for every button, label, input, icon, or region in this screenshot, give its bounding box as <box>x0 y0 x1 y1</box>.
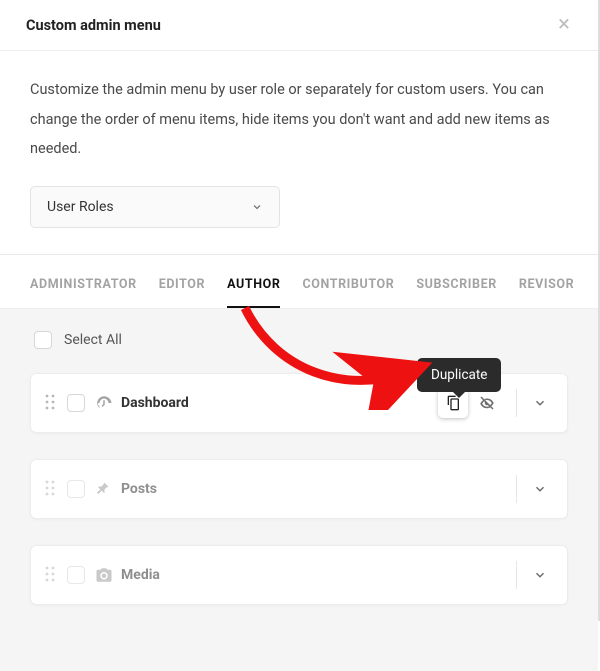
menu-item-posts: Posts <box>30 459 568 519</box>
chevron-down-icon <box>251 201 263 213</box>
modal-header: Custom admin menu × <box>0 0 598 51</box>
separator <box>516 389 517 417</box>
tab-contributor[interactable]: CONTRIBUTOR <box>302 271 394 308</box>
close-button[interactable]: × <box>552 14 576 36</box>
item-checkbox[interactable] <box>67 394 85 412</box>
role-tabs: ADMINISTRATOR EDITOR AUTHOR CONTRIBUTOR … <box>0 255 598 308</box>
separator <box>516 561 517 589</box>
tab-revisor[interactable]: REVISOR <box>519 271 574 308</box>
item-checkbox[interactable] <box>67 566 85 584</box>
drag-handle-icon[interactable] <box>45 394 57 412</box>
drag-handle-icon[interactable] <box>45 480 57 498</box>
drag-handle-icon[interactable] <box>45 566 57 584</box>
select-all-row: Select All <box>34 331 568 349</box>
tab-administrator[interactable]: ADMINISTRATOR <box>30 271 137 308</box>
tab-subscriber[interactable]: SUBSCRIBER <box>416 271 496 308</box>
menu-items-panel: Select All Dashboard <box>0 308 598 671</box>
duplicate-button[interactable] <box>438 388 468 418</box>
select-all-label: Select All <box>64 332 122 348</box>
item-actions <box>438 388 502 418</box>
hide-button[interactable] <box>472 388 502 418</box>
modal-description: Customize the admin menu by user role or… <box>0 51 598 186</box>
select-all-checkbox[interactable] <box>34 331 52 349</box>
separator <box>516 475 517 503</box>
menu-item-dashboard: Dashboard <box>30 373 568 433</box>
custom-admin-menu-modal: Custom admin menu × Customize the admin … <box>0 0 600 621</box>
expand-button[interactable] <box>523 388 557 418</box>
modal-title: Custom admin menu <box>26 17 161 34</box>
camera-icon <box>95 566 113 584</box>
expand-button[interactable] <box>523 560 557 590</box>
scope-select[interactable]: User Roles <box>30 186 280 228</box>
expand-button[interactable] <box>523 474 557 504</box>
menu-item-media: Media <box>30 545 568 605</box>
item-checkbox[interactable] <box>67 480 85 498</box>
pin-icon <box>95 480 113 498</box>
scope-select-value: User Roles <box>47 199 114 215</box>
tab-editor[interactable]: EDITOR <box>159 271 205 308</box>
item-label: Media <box>121 567 516 583</box>
tab-author[interactable]: AUTHOR <box>227 271 280 308</box>
dashboard-icon <box>95 394 113 412</box>
item-label: Posts <box>121 481 516 497</box>
item-label: Dashboard <box>121 395 438 411</box>
